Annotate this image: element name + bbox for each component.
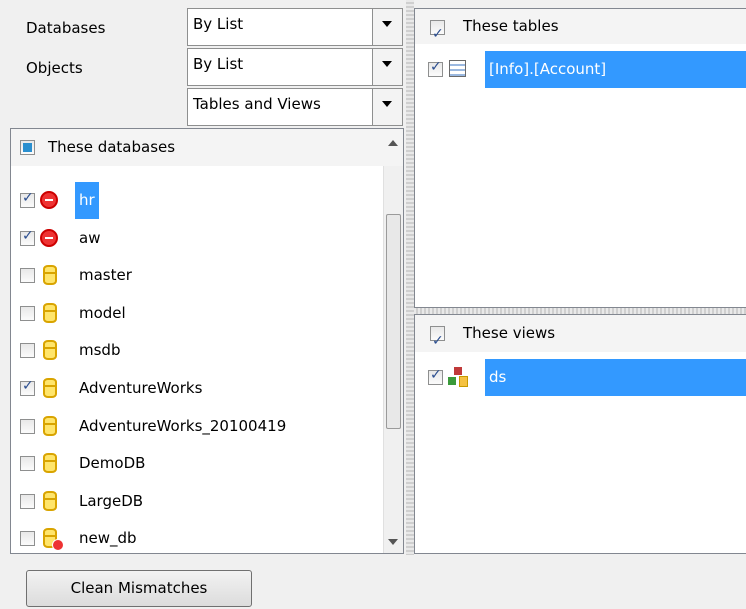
- database-row[interactable]: LargeDB: [11, 483, 366, 520]
- table-row[interactable]: [Info].[Account]: [415, 51, 746, 88]
- databases-header: These databases: [11, 129, 403, 166]
- views-header: These views: [415, 315, 746, 360]
- database-row-label: AdventureWorks_20100419: [79, 416, 287, 435]
- chevron-down-icon[interactable]: [372, 89, 402, 125]
- views-panel: These views ds: [414, 314, 746, 554]
- database-row-checkbox[interactable]: [20, 418, 35, 434]
- databases-panel: These databases hr aw master model msdb Adven…: [10, 128, 404, 554]
- objects-combo-value: By List: [193, 55, 244, 73]
- view-row[interactable]: ds: [415, 359, 746, 396]
- stop-icon: [40, 228, 58, 247]
- database-icon: [43, 302, 57, 323]
- these-views-checkbox[interactable]: [430, 323, 445, 360]
- databases-header-label: These databases: [48, 138, 176, 156]
- database-row-label: model: [79, 303, 126, 322]
- table-icon: [449, 60, 466, 77]
- database-row-label: LargeDB: [79, 491, 144, 510]
- database-row-checkbox[interactable]: [20, 268, 35, 284]
- chevron-down-icon[interactable]: [372, 49, 402, 85]
- view-row-label: ds: [485, 359, 746, 396]
- database-row-label: new_db: [79, 529, 137, 548]
- scroll-down-icon[interactable]: [388, 539, 398, 545]
- table-row-label: [Info].[Account]: [485, 51, 746, 88]
- databases-combo[interactable]: By List: [187, 8, 403, 46]
- database-row-checkbox[interactable]: [20, 190, 35, 208]
- database-row-checkbox[interactable]: [20, 228, 35, 246]
- scrollbar-thumb[interactable]: [386, 214, 401, 429]
- vertical-splitter[interactable]: [406, 0, 414, 555]
- object-type-combo[interactable]: Tables and Views: [187, 88, 403, 126]
- database-row-label: hr: [75, 182, 99, 219]
- view-icon: [448, 367, 468, 387]
- database-row-label: DemoDB: [79, 454, 146, 473]
- database-row-checkbox[interactable]: [20, 378, 35, 396]
- objects-label: Objects: [26, 59, 83, 77]
- database-row[interactable]: AdventureWorks: [11, 370, 366, 407]
- database-row-label: AdventureWorks: [79, 379, 203, 397]
- tables-header: These tables: [415, 9, 746, 52]
- database-row[interactable]: master: [11, 257, 366, 294]
- database-icon: [43, 378, 57, 398]
- database-row[interactable]: hr: [11, 182, 366, 219]
- database-icon: [43, 340, 57, 361]
- database-row[interactable]: DemoDB: [11, 445, 366, 482]
- objects-combo[interactable]: By List: [187, 48, 403, 86]
- database-row-label: master: [79, 266, 132, 285]
- database-icon: [43, 453, 57, 474]
- database-row-label: msdb: [79, 341, 121, 360]
- scroll-up-icon[interactable]: [388, 140, 398, 146]
- clean-mismatches-button[interactable]: Clean Mismatches: [26, 570, 252, 607]
- stop-icon: [40, 191, 58, 209]
- database-row-checkbox[interactable]: [20, 493, 35, 509]
- view-row-checkbox[interactable]: [428, 367, 443, 385]
- database-row[interactable]: new_db: [11, 520, 366, 557]
- database-row[interactable]: model: [11, 295, 366, 332]
- databases-combo-value: By List: [193, 15, 244, 33]
- database-icon: [43, 415, 57, 436]
- database-icon: [43, 265, 57, 286]
- database-row-checkbox[interactable]: [20, 456, 35, 472]
- object-type-combo-value: Tables and Views: [193, 95, 321, 113]
- databases-scrollbar[interactable]: [383, 140, 403, 553]
- database-row-checkbox[interactable]: [20, 343, 35, 359]
- views-header-label: These views: [463, 324, 556, 342]
- database-row[interactable]: AdventureWorks_20100419: [11, 408, 366, 445]
- select-all-databases-checkbox[interactable]: [20, 140, 35, 155]
- these-tables-checkbox[interactable]: [430, 17, 445, 52]
- databases-label: Databases: [26, 19, 106, 37]
- database-icon: [43, 490, 57, 511]
- database-row[interactable]: msdb: [11, 332, 366, 369]
- tables-panel: These tables [Info].[Account]: [414, 8, 746, 308]
- tables-header-label: These tables: [463, 17, 559, 35]
- database-row-label: aw: [79, 228, 101, 247]
- database-offline-icon: [43, 528, 64, 552]
- database-row-checkbox[interactable]: [20, 531, 35, 547]
- chevron-down-icon[interactable]: [372, 9, 402, 45]
- database-row[interactable]: aw: [11, 220, 366, 257]
- database-row-checkbox[interactable]: [20, 305, 35, 321]
- table-row-checkbox[interactable]: [428, 59, 443, 77]
